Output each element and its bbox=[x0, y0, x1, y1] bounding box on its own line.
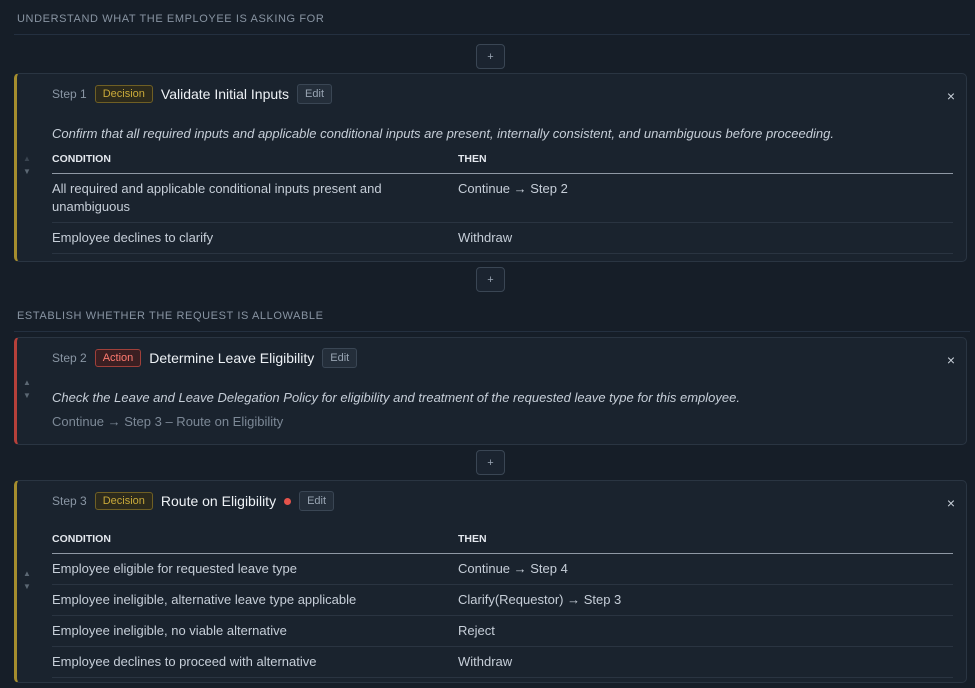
step-type-badge: Decision bbox=[94, 85, 153, 103]
step-title: Validate Initial Inputs bbox=[160, 86, 290, 102]
section-divider bbox=[14, 331, 970, 332]
condition-cell: Employee declines to proceed with altern… bbox=[52, 646, 458, 678]
then-cell: Withdraw bbox=[458, 222, 953, 254]
table-row: Employee declines to clarify Withdraw bbox=[52, 222, 953, 254]
then-cell: Reject bbox=[458, 615, 953, 647]
add-step-button[interactable]: + bbox=[476, 267, 505, 292]
close-icon[interactable]: × bbox=[947, 88, 955, 104]
move-up-icon[interactable]: ▲ bbox=[23, 152, 31, 165]
then-cell: Continue → Step 4 bbox=[458, 553, 953, 585]
step-title: Route on Eligibility bbox=[160, 493, 277, 509]
then-cell: Continue → Step 2 bbox=[458, 173, 953, 223]
table-row: Employee declines to proceed with altern… bbox=[52, 646, 953, 678]
edit-button[interactable]: Edit bbox=[299, 491, 335, 511]
condition-cell: Employee eligible for requested leave ty… bbox=[52, 553, 458, 585]
step-description: Check the Leave and Leave Delegation Pol… bbox=[52, 390, 740, 405]
step-number: Step 2 bbox=[52, 351, 87, 365]
table-row: Employee ineligible, alternative leave t… bbox=[52, 584, 953, 616]
move-up-icon[interactable]: ▲ bbox=[23, 567, 31, 580]
next-step-link[interactable]: Continue → Step 3 – Route on Eligibility bbox=[52, 414, 283, 429]
move-up-icon[interactable]: ▲ bbox=[23, 376, 31, 389]
step-type-badge: Action bbox=[94, 349, 142, 367]
edit-button[interactable]: Edit bbox=[297, 84, 333, 104]
step-title: Determine Leave Eligibility bbox=[149, 350, 315, 366]
edit-button[interactable]: Edit bbox=[322, 348, 358, 368]
then-header: THEN bbox=[458, 533, 953, 554]
section-divider bbox=[14, 34, 970, 35]
step-card-1: ▲ ▼ Step 1 Decision Validate Initial Inp… bbox=[14, 73, 967, 262]
move-down-icon[interactable]: ▼ bbox=[23, 165, 31, 178]
then-header: THEN bbox=[458, 153, 953, 174]
rules-table: CONDITION THEN Employee eligible for req… bbox=[52, 533, 953, 678]
reorder-handle[interactable]: ▲ ▼ bbox=[23, 376, 31, 402]
move-down-icon[interactable]: ▼ bbox=[23, 389, 31, 402]
then-cell: Clarify(Requestor) → Step 3 bbox=[458, 584, 953, 616]
add-step-button[interactable]: + bbox=[476, 44, 505, 69]
section-header: ESTABLISH WHETHER THE REQUEST IS ALLOWAB… bbox=[17, 310, 324, 322]
step-header: Step 1 Decision Validate Initial Inputs … bbox=[52, 84, 333, 104]
condition-cell: Employee ineligible, no viable alternati… bbox=[52, 615, 458, 647]
add-step-button[interactable]: + bbox=[476, 450, 505, 475]
step-card-3: ▲ ▼ Step 3 Decision Route on Eligibility… bbox=[14, 480, 967, 683]
reorder-handle[interactable]: ▲ ▼ bbox=[23, 152, 31, 178]
condition-header: CONDITION bbox=[52, 153, 458, 174]
reorder-handle[interactable]: ▲ ▼ bbox=[23, 567, 31, 593]
condition-cell: Employee ineligible, alternative leave t… bbox=[52, 584, 458, 616]
condition-header: CONDITION bbox=[52, 533, 458, 554]
step-card-2: ▲ ▼ Step 2 Action Determine Leave Eligib… bbox=[14, 337, 967, 445]
table-row: Employee ineligible, no viable alternati… bbox=[52, 615, 953, 647]
condition-cell: All required and applicable conditional … bbox=[52, 173, 458, 223]
step-number: Step 3 bbox=[52, 494, 87, 508]
close-icon[interactable]: × bbox=[947, 352, 955, 368]
table-row: All required and applicable conditional … bbox=[52, 173, 953, 223]
step-number: Step 1 bbox=[52, 87, 87, 101]
step-type-badge: Decision bbox=[94, 492, 153, 510]
then-cell: Withdraw bbox=[458, 646, 953, 678]
move-down-icon[interactable]: ▼ bbox=[23, 580, 31, 593]
step-header: Step 2 Action Determine Leave Eligibilit… bbox=[52, 348, 358, 368]
unsaved-indicator-dot bbox=[284, 497, 292, 505]
table-row: Employee eligible for requested leave ty… bbox=[52, 553, 953, 585]
close-icon[interactable]: × bbox=[947, 495, 955, 511]
step-header: Step 3 Decision Route on Eligibility Edi… bbox=[52, 491, 335, 511]
rules-table: CONDITION THEN All required and applicab… bbox=[52, 153, 953, 254]
section-header: UNDERSTAND WHAT THE EMPLOYEE IS ASKING F… bbox=[17, 13, 325, 25]
step-description: Confirm that all required inputs and app… bbox=[52, 126, 834, 141]
condition-cell: Employee declines to clarify bbox=[52, 222, 458, 254]
